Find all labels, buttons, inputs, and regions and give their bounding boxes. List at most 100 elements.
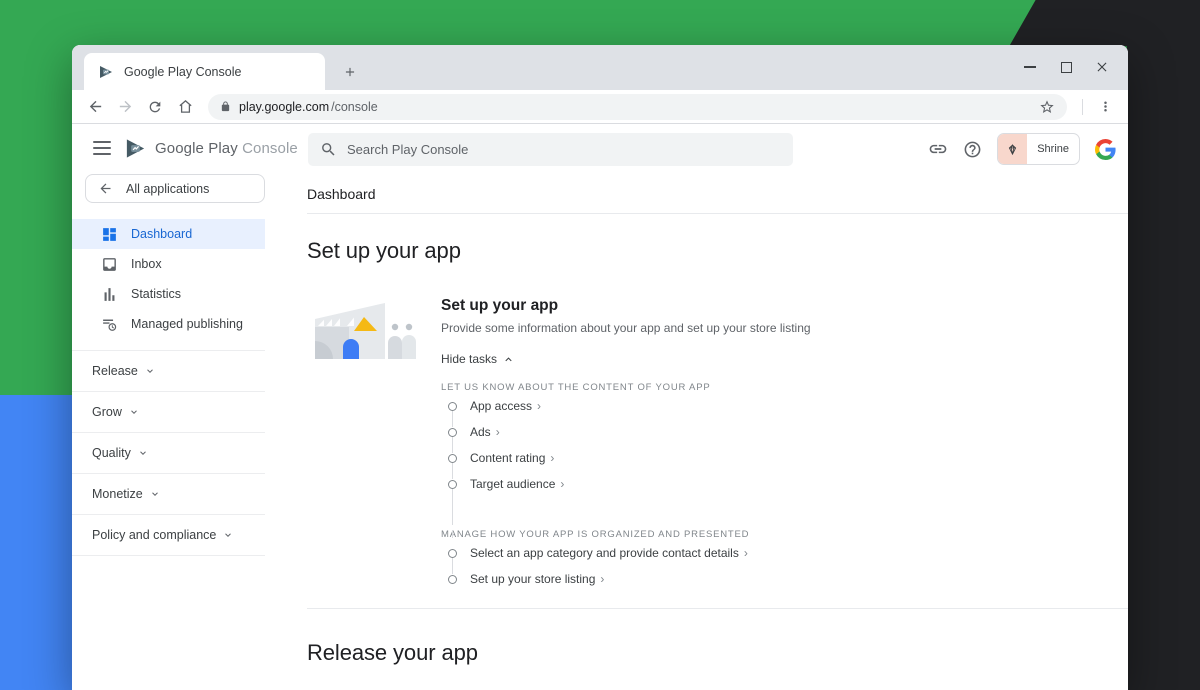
task-connector-line [452, 489, 453, 525]
all-applications-button[interactable]: All applications [85, 174, 265, 203]
sidebar-item-inbox[interactable]: Inbox [72, 249, 265, 279]
sidebar-section-quality[interactable]: Quality [72, 432, 265, 473]
maximize-button[interactable] [1058, 59, 1074, 75]
task-status-circle-icon [448, 402, 457, 411]
back-button[interactable] [82, 94, 108, 120]
main-content: Dashboard Set up your app [265, 174, 1128, 690]
app-account-name: Shrine [1027, 143, 1079, 155]
sidebar-section-grow[interactable]: Grow [72, 391, 265, 432]
task-app-access[interactable]: App access› [441, 393, 1128, 419]
sidebar-section-label: Grow [92, 405, 122, 419]
sidebar-item-label: Statistics [131, 287, 181, 301]
divider [307, 213, 1128, 214]
close-button[interactable] [1094, 59, 1110, 75]
sidebar-section-policy-and-compliance[interactable]: Policy and compliance [72, 514, 265, 556]
sidebar-item-statistics[interactable]: Statistics [72, 279, 265, 309]
task-connector-line [452, 530, 453, 538]
chevron-right-icon: › [744, 546, 748, 560]
chevron-right-icon: › [550, 451, 554, 465]
task-target-audience[interactable]: Target audience › [441, 471, 1128, 497]
task-set-up-your-store-listing[interactable]: Set up your store listing› [441, 566, 1128, 592]
chevron-right-icon: › [560, 477, 564, 491]
setup-card-subtitle: Provide some information about your app … [441, 321, 1128, 335]
back-arrow-icon [87, 98, 104, 115]
task-group-label: LET US KNOW ABOUT THE CONTENT OF YOUR AP… [441, 382, 1128, 393]
url-text: play.google.com/console [239, 100, 378, 114]
sidebar-sections: Release Grow Quality Monetize Policy and com… [72, 350, 265, 556]
console-body: All applications Dashboard Inbox Statistic… [72, 174, 1128, 690]
app-account-chip[interactable]: Shrine [997, 133, 1080, 165]
url-path: /console [331, 100, 378, 114]
task-group-label: MANAGE HOW YOUR APP IS ORGANIZED AND PRE… [441, 529, 1128, 540]
url-bar[interactable]: play.google.com/console [208, 94, 1067, 120]
minimize-button[interactable] [1022, 59, 1038, 75]
hide-tasks-toggle[interactable]: Hide tasks [441, 352, 1128, 366]
setup-card-body: Set up your app Provide some information… [441, 297, 1128, 592]
sidebar-item-label: Inbox [131, 257, 162, 271]
task-label: Ads [470, 425, 491, 439]
task-select-an-app-category-and-provide-contact-details[interactable]: Select an app category and provide conta… [441, 540, 1128, 566]
bookmark-button[interactable] [1039, 99, 1055, 115]
chevron-down-icon [129, 407, 139, 417]
task-status-circle-icon [448, 454, 457, 463]
task-group-1: LET US KNOW ABOUT THE CONTENT OF YOUR AP… [441, 382, 1128, 497]
chevron-right-icon: › [600, 572, 604, 586]
chevron-right-icon: › [496, 425, 500, 439]
reload-button[interactable] [142, 94, 168, 120]
chevron-down-icon [150, 489, 160, 499]
console-header: Google Play Console Search Play Console [72, 124, 1128, 174]
new-tab-button[interactable] [336, 58, 363, 85]
minimize-icon [1024, 66, 1036, 68]
sidebar-item-dashboard[interactable]: Dashboard [72, 219, 265, 249]
setup-card-title: Set up your app [441, 297, 1128, 315]
forward-button[interactable] [112, 94, 138, 120]
help-icon [963, 140, 982, 159]
close-icon [1095, 60, 1109, 74]
task-ads[interactable]: Ads › [441, 419, 1128, 445]
play-console-logo-icon [124, 137, 147, 160]
sidebar-menu: Dashboard Inbox Statistics Managed publishi… [72, 219, 265, 339]
search-placeholder: Search Play Console [347, 142, 468, 157]
sidebar-section-release[interactable]: Release [72, 350, 265, 391]
managed-publishing-icon [100, 315, 118, 333]
brand-text: Google Play Console [155, 140, 298, 157]
google-logo-icon [1095, 139, 1116, 160]
tab-strip: Google Play Console [72, 45, 1128, 90]
chevron-right-icon: › [537, 399, 541, 413]
help-button[interactable] [963, 140, 982, 159]
sidebar-section-label: Monetize [92, 487, 143, 501]
back-arrow-icon [98, 181, 113, 196]
sidebar: All applications Dashboard Inbox Statistic… [72, 174, 265, 690]
hide-tasks-label: Hide tasks [441, 352, 497, 366]
divider [307, 608, 1128, 609]
google-account-button[interactable] [1095, 139, 1116, 160]
sidebar-item-managed-publishing[interactable]: Managed publishing [72, 309, 265, 339]
forward-arrow-icon [117, 98, 134, 115]
home-button[interactable] [172, 94, 198, 120]
task-status-circle-icon [448, 549, 457, 558]
task-groups: LET US KNOW ABOUT THE CONTENT OF YOUR AP… [441, 382, 1128, 592]
dashboard-icon [100, 225, 118, 243]
task-status-circle-icon [448, 575, 457, 584]
promo-background: Google Play Console [0, 0, 1200, 690]
task-label: Select an app category and provide conta… [470, 546, 739, 560]
search-icon [320, 141, 337, 158]
play-console-favicon [98, 64, 114, 80]
sidebar-section-label: Release [92, 364, 138, 378]
browser-menu-button[interactable] [1092, 94, 1118, 120]
header-actions: Shrine [928, 134, 1116, 164]
link-icon [928, 139, 948, 159]
window-controls [1022, 57, 1110, 77]
browser-tab[interactable]: Google Play Console [84, 53, 325, 90]
browser-window: Google Play Console [72, 45, 1128, 690]
url-host: play.google.com [239, 100, 329, 114]
sidebar-section-monetize[interactable]: Monetize [72, 473, 265, 514]
task-content-rating[interactable]: Content rating› [441, 445, 1128, 471]
play-console-logo[interactable]: Google Play Console [124, 137, 298, 160]
hamburger-menu-button[interactable] [93, 141, 111, 155]
link-button[interactable] [928, 139, 948, 159]
task-label: Target audience [470, 477, 555, 491]
reload-icon [147, 99, 163, 115]
chevron-down-icon [223, 530, 233, 540]
search-input[interactable]: Search Play Console [308, 133, 793, 166]
